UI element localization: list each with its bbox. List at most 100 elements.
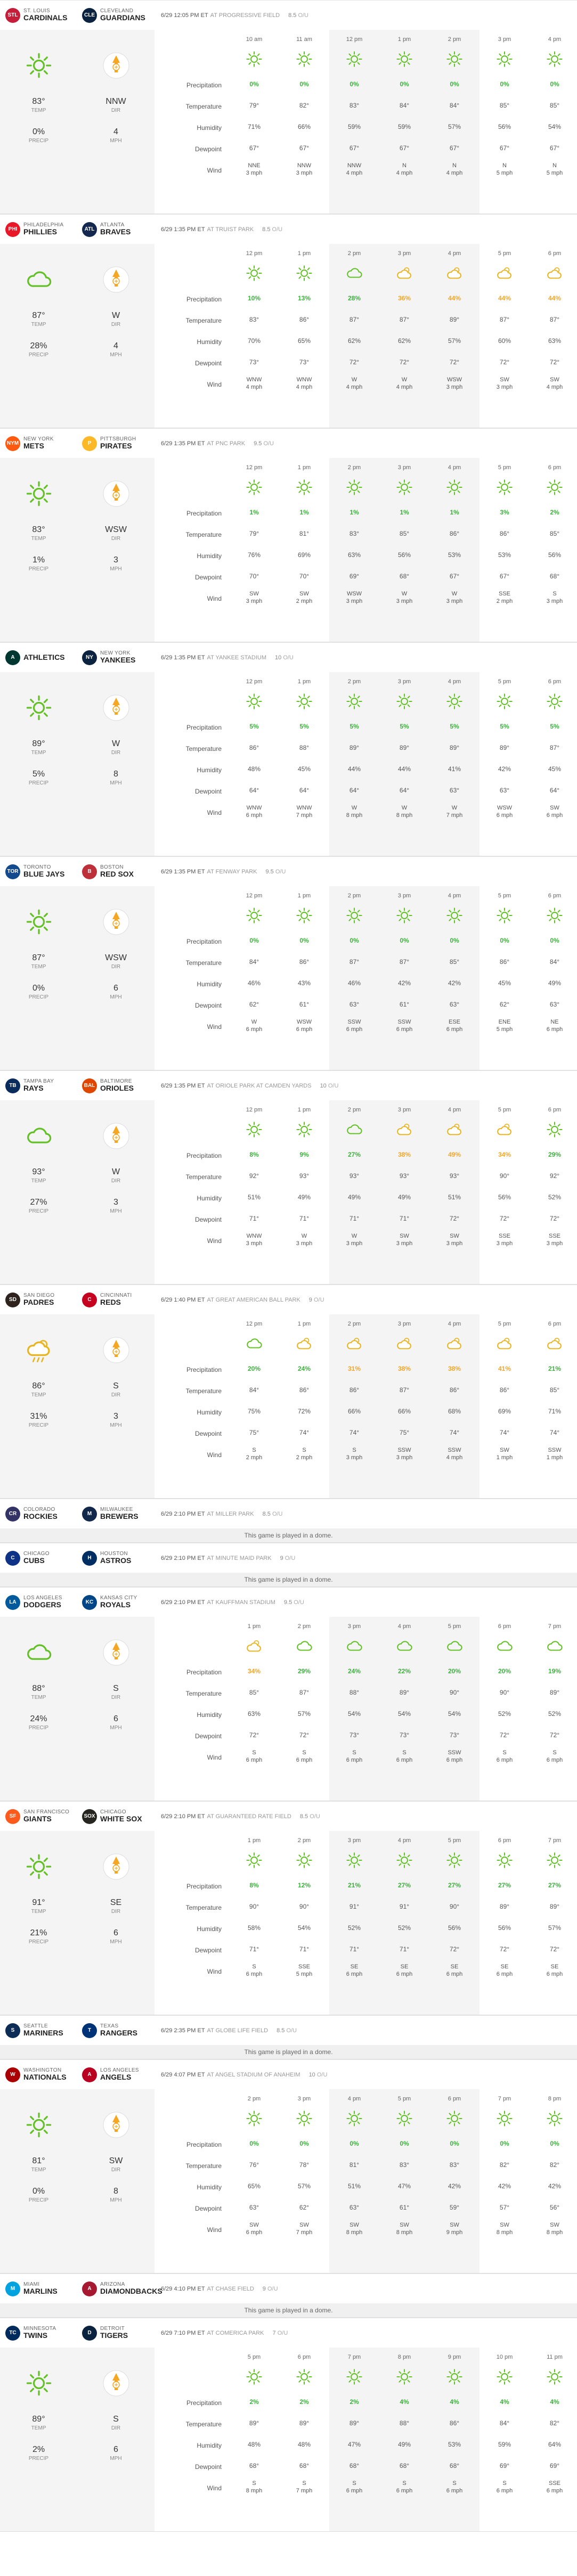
precip-value: 29%	[548, 1151, 562, 1158]
away-team[interactable]: SD San Diego Padres	[0, 1292, 80, 1307]
sun-icon	[546, 1851, 564, 1869]
away-team[interactable]: TC Minnesota Twins	[0, 2325, 80, 2341]
hourly-columns: Precipitation Temperature Humidity Dewpoint…	[155, 30, 577, 214]
wind-dir: S	[352, 2480, 356, 2487]
venue-name[interactable]: AT FENWAY PARK	[207, 869, 257, 875]
venue-name[interactable]: AT MILLER PARK	[207, 1511, 254, 1517]
home-team[interactable]: B Boston Red Sox	[80, 864, 155, 879]
home-team[interactable]: CLE Cleveland Guardians	[80, 7, 155, 23]
temp-value: 88°	[299, 744, 310, 751]
wind-value: S7 mph	[296, 2476, 313, 2498]
home-team[interactable]: A Arizona Diamondbacks	[80, 2281, 162, 2296]
precip-value: 34%	[498, 1151, 511, 1158]
dewpoint-value: 75°	[399, 1429, 410, 1436]
hour-column: 11 am 0% 82° 66% 67° NNW 3 mph	[279, 30, 329, 214]
wind-speed: 2 mph	[296, 598, 313, 604]
summary-temp: 87°	[32, 953, 45, 962]
venue-name[interactable]: AT MINUTE MAID PARK	[207, 1555, 272, 1561]
wind-speed: 3 mph	[446, 1240, 463, 1247]
away-team[interactable]: TOR Toronto Blue Jays	[0, 864, 80, 879]
home-team[interactable]: NY New York Yankees	[80, 650, 155, 665]
rain-icon	[25, 1336, 53, 1364]
venue-name[interactable]: AT PNC PARK	[207, 440, 246, 447]
dewpoint-value: 67°	[449, 573, 460, 580]
away-team[interactable]: W Washington Nationals	[0, 2067, 80, 2082]
partly-cloudy-icon	[546, 264, 564, 282]
home-team-logo: CLE	[82, 7, 97, 23]
precip-value: 20%	[448, 1667, 461, 1675]
wind-speed: 6 mph	[496, 2488, 513, 2494]
home-team[interactable]: P Pittsburgh Pirates	[80, 436, 155, 451]
home-team[interactable]: M Milwaukee Brewers	[80, 1506, 155, 1522]
dewpoint-value: 72°	[499, 1731, 510, 1739]
venue-name[interactable]: AT GUARANTEED RATE FIELD	[207, 1813, 291, 1820]
row-label: Precipitation	[186, 724, 222, 731]
home-team[interactable]: H Houston Astros	[80, 1550, 155, 1566]
home-team[interactable]: D Detroit Tigers	[80, 2325, 155, 2341]
wind-value: SSE 3 mph	[497, 1229, 513, 1250]
wind-speed: 4 mph	[346, 170, 363, 176]
venue-name[interactable]: AT ORIOLE PARK AT CAMDEN YARDS	[207, 1083, 312, 1089]
row-labels: Precipitation Temperature Humidity Dewpoint…	[155, 2089, 229, 2273]
wind-compass-icon	[102, 693, 131, 722]
precip-value: 2%	[350, 2398, 359, 2406]
away-team[interactable]: C Chicago Cubs	[0, 1550, 80, 1566]
wind-value: NE 6 mph	[547, 1015, 563, 1036]
venue-name[interactable]: AT ANGEL STADIUM OF ANAHEIM	[207, 2072, 300, 2078]
team-name: Reds	[100, 1298, 121, 1307]
away-team[interactable]: SF San Francisco Giants	[0, 1809, 80, 1824]
hour-column: 3 pm 21% 91° 52% 71° SE 6 mph	[329, 1831, 379, 2015]
home-team[interactable]: T Texas Rangers	[80, 2023, 155, 2038]
temp-value: 89°	[549, 1689, 560, 1696]
away-team[interactable]: A Athletics	[0, 650, 80, 665]
venue-name[interactable]: AT GLOBE LIFE FIELD	[207, 2027, 269, 2034]
sun-icon	[25, 693, 53, 722]
wind-value: SSE 3 mph	[547, 1229, 563, 1250]
away-team[interactable]: PHI Philadelphia Phillies	[0, 222, 80, 237]
temp-value: 87°	[549, 744, 560, 751]
sun-icon	[395, 906, 413, 925]
row-label: Wind	[207, 381, 222, 388]
precip-value: 41%	[498, 1365, 511, 1372]
summary-temp-label: TEMP	[31, 1392, 46, 1398]
summary-precip-label: PRECIP	[28, 2456, 49, 2461]
team-name: Brewers	[100, 1512, 139, 1521]
venue-name[interactable]: AT YANKEE STADIUM	[207, 655, 266, 661]
away-team[interactable]: TB Tampa Bay Rays	[0, 1078, 80, 1093]
temp-value: 83°	[349, 530, 360, 537]
humidity-value: 47%	[347, 2441, 361, 2448]
home-team[interactable]: SOX Chicago White Sox	[80, 1809, 155, 1824]
away-team[interactable]: LA Los Angeles Dodgers	[0, 1594, 80, 1610]
away-team[interactable]: NYM New York Mets	[0, 436, 80, 451]
home-team[interactable]: BAL Baltimore Orioles	[80, 1078, 155, 1093]
away-team[interactable]: M Miami Marlins	[0, 2281, 80, 2296]
hour-time: 3 pm	[297, 2096, 311, 2102]
venue-name[interactable]: AT KAUFFMAN STADIUM	[207, 1599, 275, 1606]
home-team[interactable]: KC Kansas City Royals	[80, 1594, 155, 1610]
dewpoint-value: 63°	[499, 787, 510, 794]
dewpoint-value: 73°	[349, 1731, 360, 1739]
wind-value: ESE 6 mph	[446, 1015, 463, 1036]
away-team[interactable]: STL St. Louis Cardinals	[0, 7, 80, 23]
away-team[interactable]: CR Colorado Rockies	[0, 1506, 80, 1522]
venue-name[interactable]: AT TRUIST PARK	[207, 226, 254, 233]
temp-value: 86°	[499, 1386, 510, 1394]
home-team[interactable]: ATL Atlanta Braves	[80, 222, 155, 237]
hour-time: 5 pm	[448, 1837, 461, 1844]
wind-speed: 6 mph	[496, 1757, 513, 1763]
wind-speed: 3 mph	[246, 170, 263, 176]
wind-dir: SW	[249, 2222, 259, 2228]
venue-name[interactable]: AT CHASE FIELD	[207, 2286, 254, 2292]
wind-dir: S	[402, 1749, 407, 1756]
venue-name[interactable]: AT PROGRESSIVE FIELD	[210, 12, 280, 19]
wind-value: WNW 7 mph	[296, 801, 313, 822]
sun-icon	[345, 906, 363, 925]
wind-speed: 7 mph	[296, 2229, 313, 2236]
wind-value: SSW 1 mph	[547, 1443, 563, 1465]
home-team[interactable]: C Cincinnati Reds	[80, 1292, 155, 1307]
venue-name[interactable]: AT GREAT AMERICAN BALL PARK	[207, 1297, 300, 1303]
away-team[interactable]: S Seattle Mariners	[0, 2023, 80, 2038]
venue-name[interactable]: AT COMERICA PARK	[207, 2330, 264, 2336]
dewpoint-value: 72°	[449, 1215, 460, 1222]
home-team[interactable]: A Los Angeles Angels	[80, 2067, 155, 2082]
